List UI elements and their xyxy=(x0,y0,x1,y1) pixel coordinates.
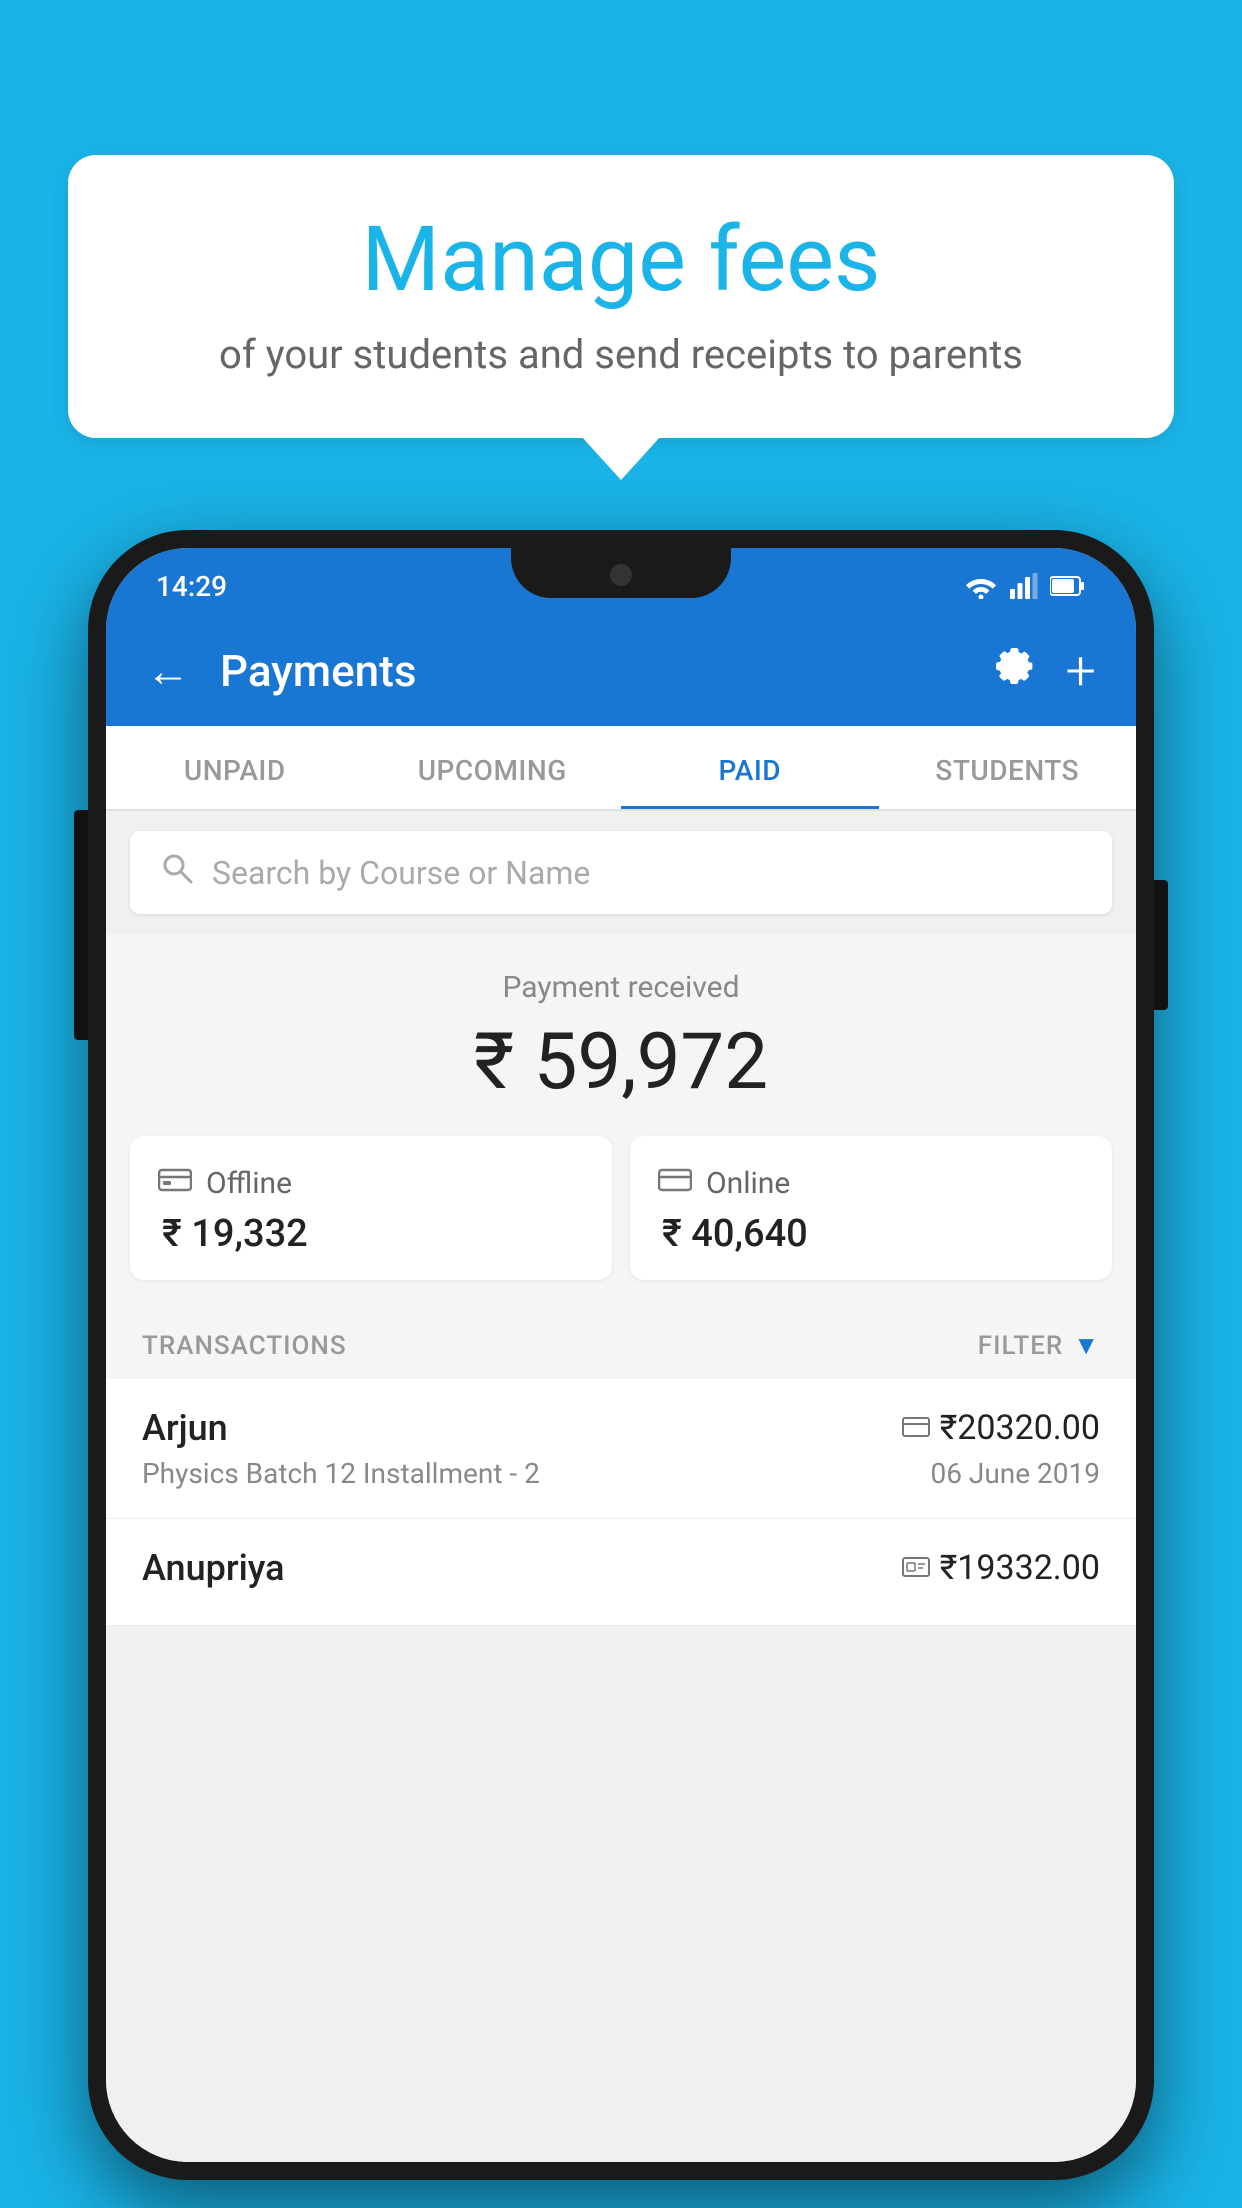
transaction-course: Physics Batch 12 Installment - 2 xyxy=(142,1457,540,1490)
app-bar: ← Payments + xyxy=(106,616,1136,726)
app-bar-actions: + xyxy=(993,640,1096,703)
transaction-row[interactable]: Arjun ₹20320.00 Physics xyxy=(106,1379,1136,1519)
speech-bubble: Manage fees of your students and send re… xyxy=(68,155,1174,438)
phone-notch xyxy=(511,548,731,598)
settings-icon[interactable] xyxy=(993,644,1037,699)
filter-icon: ▼ xyxy=(1073,1330,1100,1361)
phone-outer: 14:29 xyxy=(88,530,1154,2180)
offline-card-header: Offline xyxy=(158,1164,584,1202)
payment-received-label: Payment received xyxy=(126,970,1116,1005)
online-label: Online xyxy=(706,1166,790,1201)
bubble-title: Manage fees xyxy=(128,210,1114,309)
transaction-name: Arjun xyxy=(142,1407,228,1449)
phone-screen: 14:29 xyxy=(106,548,1136,2162)
tab-upcoming[interactable]: UPCOMING xyxy=(364,726,622,809)
tabs-container: UNPAID UPCOMING PAID STUDENTS xyxy=(106,726,1136,811)
transactions-label: TRANSACTIONS xyxy=(142,1331,347,1361)
volume-up-button xyxy=(74,810,88,880)
search-input-placeholder: Search by Course or Name xyxy=(212,854,590,892)
offline-label: Offline xyxy=(206,1166,292,1201)
transactions-header: TRANSACTIONS FILTER ▼ xyxy=(106,1304,1136,1379)
online-card-header: Online xyxy=(658,1164,1084,1202)
battery-icon xyxy=(1050,575,1086,597)
phone-mockup: 14:29 xyxy=(88,530,1154,2180)
online-card: Online ₹ 40,640 xyxy=(630,1136,1112,1280)
transaction-name: Anupriya xyxy=(142,1547,285,1589)
cash-payment-icon xyxy=(902,1552,930,1585)
offline-amount: ₹ 19,332 xyxy=(158,1212,584,1256)
filter-label: FILTER xyxy=(978,1331,1063,1361)
transaction-top: Anupriya ₹19332.00 xyxy=(142,1547,1100,1589)
app-title: Payments xyxy=(220,645,963,697)
online-icon xyxy=(658,1164,692,1202)
power-button xyxy=(1154,880,1168,1000)
transaction-amount-wrap: ₹19332.00 xyxy=(902,1548,1100,1588)
online-amount: ₹ 40,640 xyxy=(658,1212,1084,1256)
transaction-row[interactable]: Anupriya ₹19332.00 xyxy=(106,1519,1136,1626)
payment-cards: Offline ₹ 19,332 Online xyxy=(106,1136,1136,1304)
wifi-icon xyxy=(964,573,998,599)
payment-total-amount: ₹ 59,972 xyxy=(126,1017,1116,1108)
search-bar[interactable]: Search by Course or Name xyxy=(130,831,1112,914)
back-button[interactable]: ← xyxy=(146,645,190,697)
tab-paid[interactable]: PAID xyxy=(621,726,879,809)
card-payment-icon xyxy=(902,1412,930,1445)
payment-summary: Payment received ₹ 59,972 xyxy=(106,934,1136,1136)
filter-button[interactable]: FILTER ▼ xyxy=(978,1330,1100,1361)
volume-down-button xyxy=(74,910,88,980)
status-time: 14:29 xyxy=(156,570,227,603)
transaction-amount: ₹19332.00 xyxy=(940,1548,1100,1588)
front-camera xyxy=(610,564,632,586)
transaction-amount-wrap: ₹20320.00 xyxy=(902,1408,1100,1448)
status-icons xyxy=(964,573,1086,599)
screen-content: Search by Course or Name Payment receive… xyxy=(106,811,1136,2162)
transaction-top: Arjun ₹20320.00 xyxy=(142,1407,1100,1449)
offline-card: Offline ₹ 19,332 xyxy=(130,1136,612,1280)
tab-students[interactable]: STUDENTS xyxy=(879,726,1137,809)
search-icon xyxy=(160,851,194,894)
signal-icon xyxy=(1010,573,1038,599)
add-button[interactable]: + xyxy=(1065,640,1096,703)
transaction-bottom: Physics Batch 12 Installment - 2 06 June… xyxy=(142,1457,1100,1490)
offline-icon xyxy=(158,1164,192,1202)
transaction-date: 06 June 2019 xyxy=(930,1457,1100,1490)
transaction-amount: ₹20320.00 xyxy=(940,1408,1100,1448)
bubble-subtitle: of your students and send receipts to pa… xyxy=(128,331,1114,378)
tab-unpaid[interactable]: UNPAID xyxy=(106,726,364,809)
